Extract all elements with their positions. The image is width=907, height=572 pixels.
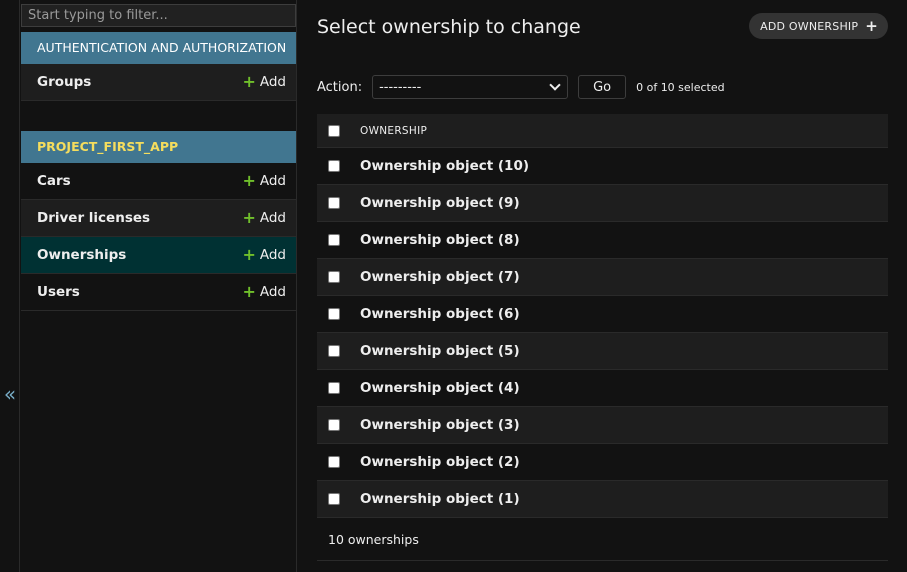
table-row: Ownership object (2) — [317, 444, 888, 481]
actions-bar: Action: --------- Go 0 of 10 selected — [317, 75, 725, 99]
module-caption-project-first-app[interactable]: PROJECT_FIRST_APP — [21, 131, 296, 163]
content-main: Select ownership to change ADD OWNERSHIP… — [317, 0, 888, 572]
plus-icon: + — [242, 72, 256, 91]
action-select[interactable]: --------- — [372, 75, 569, 99]
add-users-link[interactable]: + Add — [242, 282, 286, 301]
result-list: OWNERSHIP Ownership object (10) Ownershi… — [317, 114, 888, 561]
sidebar-item-driver-licenses: Driver licenses + Add — [21, 200, 296, 237]
module-caption-auth[interactable]: AUTHENTICATION AND AUTHORIZATION — [21, 32, 296, 64]
add-groups-link[interactable]: + Add — [242, 72, 286, 91]
sidebar-item-label[interactable]: Driver licenses — [37, 210, 150, 226]
select-all-cell — [317, 124, 360, 137]
table-row: Ownership object (9) — [317, 185, 888, 222]
paginator: 10 ownerships — [317, 518, 888, 561]
column-header-ownership[interactable]: OWNERSHIP — [360, 125, 427, 137]
ownership-link[interactable]: Ownership object (2) — [360, 454, 520, 470]
sidebar-item-cars: Cars + Add — [21, 163, 296, 200]
row-check-cell — [317, 493, 360, 505]
add-label: Add — [259, 284, 286, 300]
selection-counter: 0 of 10 selected — [636, 80, 725, 94]
sidebar-filter-input[interactable] — [21, 4, 296, 27]
chevron-down-icon — [549, 79, 561, 91]
collapse-sidebar-icon[interactable]: « — [3, 383, 17, 405]
add-driver-licenses-link[interactable]: + Add — [242, 208, 286, 227]
action-label: Action: — [317, 79, 363, 95]
sidebar-item-label[interactable]: Ownerships — [37, 247, 126, 263]
table-row: Ownership object (10) — [317, 148, 888, 185]
ownership-link[interactable]: Ownership object (10) — [360, 158, 529, 174]
row-check-cell — [317, 456, 360, 468]
ownership-link[interactable]: Ownership object (3) — [360, 417, 520, 433]
plus-icon: + — [865, 17, 878, 35]
plus-icon: + — [242, 208, 256, 227]
action-selected-option: --------- — [379, 79, 422, 95]
ownership-link[interactable]: Ownership object (7) — [360, 269, 520, 285]
select-all-checkbox[interactable] — [328, 124, 340, 137]
row-check-cell — [317, 308, 360, 320]
row-checkbox[interactable] — [328, 456, 340, 468]
ownership-link[interactable]: Ownership object (8) — [360, 232, 520, 248]
table-row: Ownership object (7) — [317, 259, 888, 296]
ownership-link[interactable]: Ownership object (9) — [360, 195, 520, 211]
ownership-link[interactable]: Ownership object (1) — [360, 491, 520, 507]
table-row: Ownership object (4) — [317, 370, 888, 407]
row-check-cell — [317, 234, 360, 246]
row-check-cell — [317, 197, 360, 209]
row-check-cell — [317, 382, 360, 394]
table-row: Ownership object (3) — [317, 407, 888, 444]
ownership-link[interactable]: Ownership object (5) — [360, 343, 520, 359]
row-check-cell — [317, 160, 360, 172]
add-ownerships-link[interactable]: + Add — [242, 245, 286, 264]
sidebar-item-groups: Groups + Add — [21, 64, 296, 101]
row-checkbox[interactable] — [328, 271, 340, 283]
sidebar-collapse-strip: « — [0, 0, 20, 572]
table-row: Ownership object (6) — [317, 296, 888, 333]
row-checkbox[interactable] — [328, 345, 340, 357]
row-checkbox[interactable] — [328, 493, 340, 505]
add-label: Add — [259, 247, 286, 263]
table-header: OWNERSHIP — [317, 114, 888, 148]
sidebar-item-ownerships: Ownerships + Add — [21, 237, 296, 274]
row-checkbox[interactable] — [328, 419, 340, 431]
row-checkbox[interactable] — [328, 382, 340, 394]
row-check-cell — [317, 271, 360, 283]
add-label: Add — [259, 210, 286, 226]
table-row: Ownership object (1) — [317, 481, 888, 518]
sidebar-item-label[interactable]: Groups — [37, 74, 91, 90]
go-button[interactable]: Go — [578, 75, 627, 99]
row-checkbox[interactable] — [328, 234, 340, 246]
table-row: Ownership object (8) — [317, 222, 888, 259]
sidebar-item-users: Users + Add — [21, 274, 296, 311]
sidebar-item-label[interactable]: Cars — [37, 173, 71, 189]
add-cars-link[interactable]: + Add — [242, 171, 286, 190]
row-checkbox[interactable] — [328, 308, 340, 320]
sidebar-item-label[interactable]: Users — [37, 284, 80, 300]
add-ownership-button[interactable]: ADD OWNERSHIP + — [749, 13, 888, 39]
page-title: Select ownership to change — [317, 16, 581, 38]
plus-icon: + — [242, 245, 256, 264]
admin-page: « AUTHENTICATION AND AUTHORIZATION Group… — [0, 0, 907, 572]
plus-icon: + — [242, 282, 256, 301]
sidebar: AUTHENTICATION AND AUTHORIZATION Groups … — [21, 0, 297, 572]
row-check-cell — [317, 419, 360, 431]
row-checkbox[interactable] — [328, 160, 340, 172]
add-label: Add — [259, 74, 286, 90]
add-label: Add — [259, 173, 286, 189]
row-checkbox[interactable] — [328, 197, 340, 209]
plus-icon: + — [242, 171, 256, 190]
row-check-cell — [317, 345, 360, 357]
add-ownership-label: ADD OWNERSHIP — [760, 19, 859, 33]
ownership-link[interactable]: Ownership object (4) — [360, 380, 520, 396]
ownership-link[interactable]: Ownership object (6) — [360, 306, 520, 322]
table-row: Ownership object (5) — [317, 333, 888, 370]
